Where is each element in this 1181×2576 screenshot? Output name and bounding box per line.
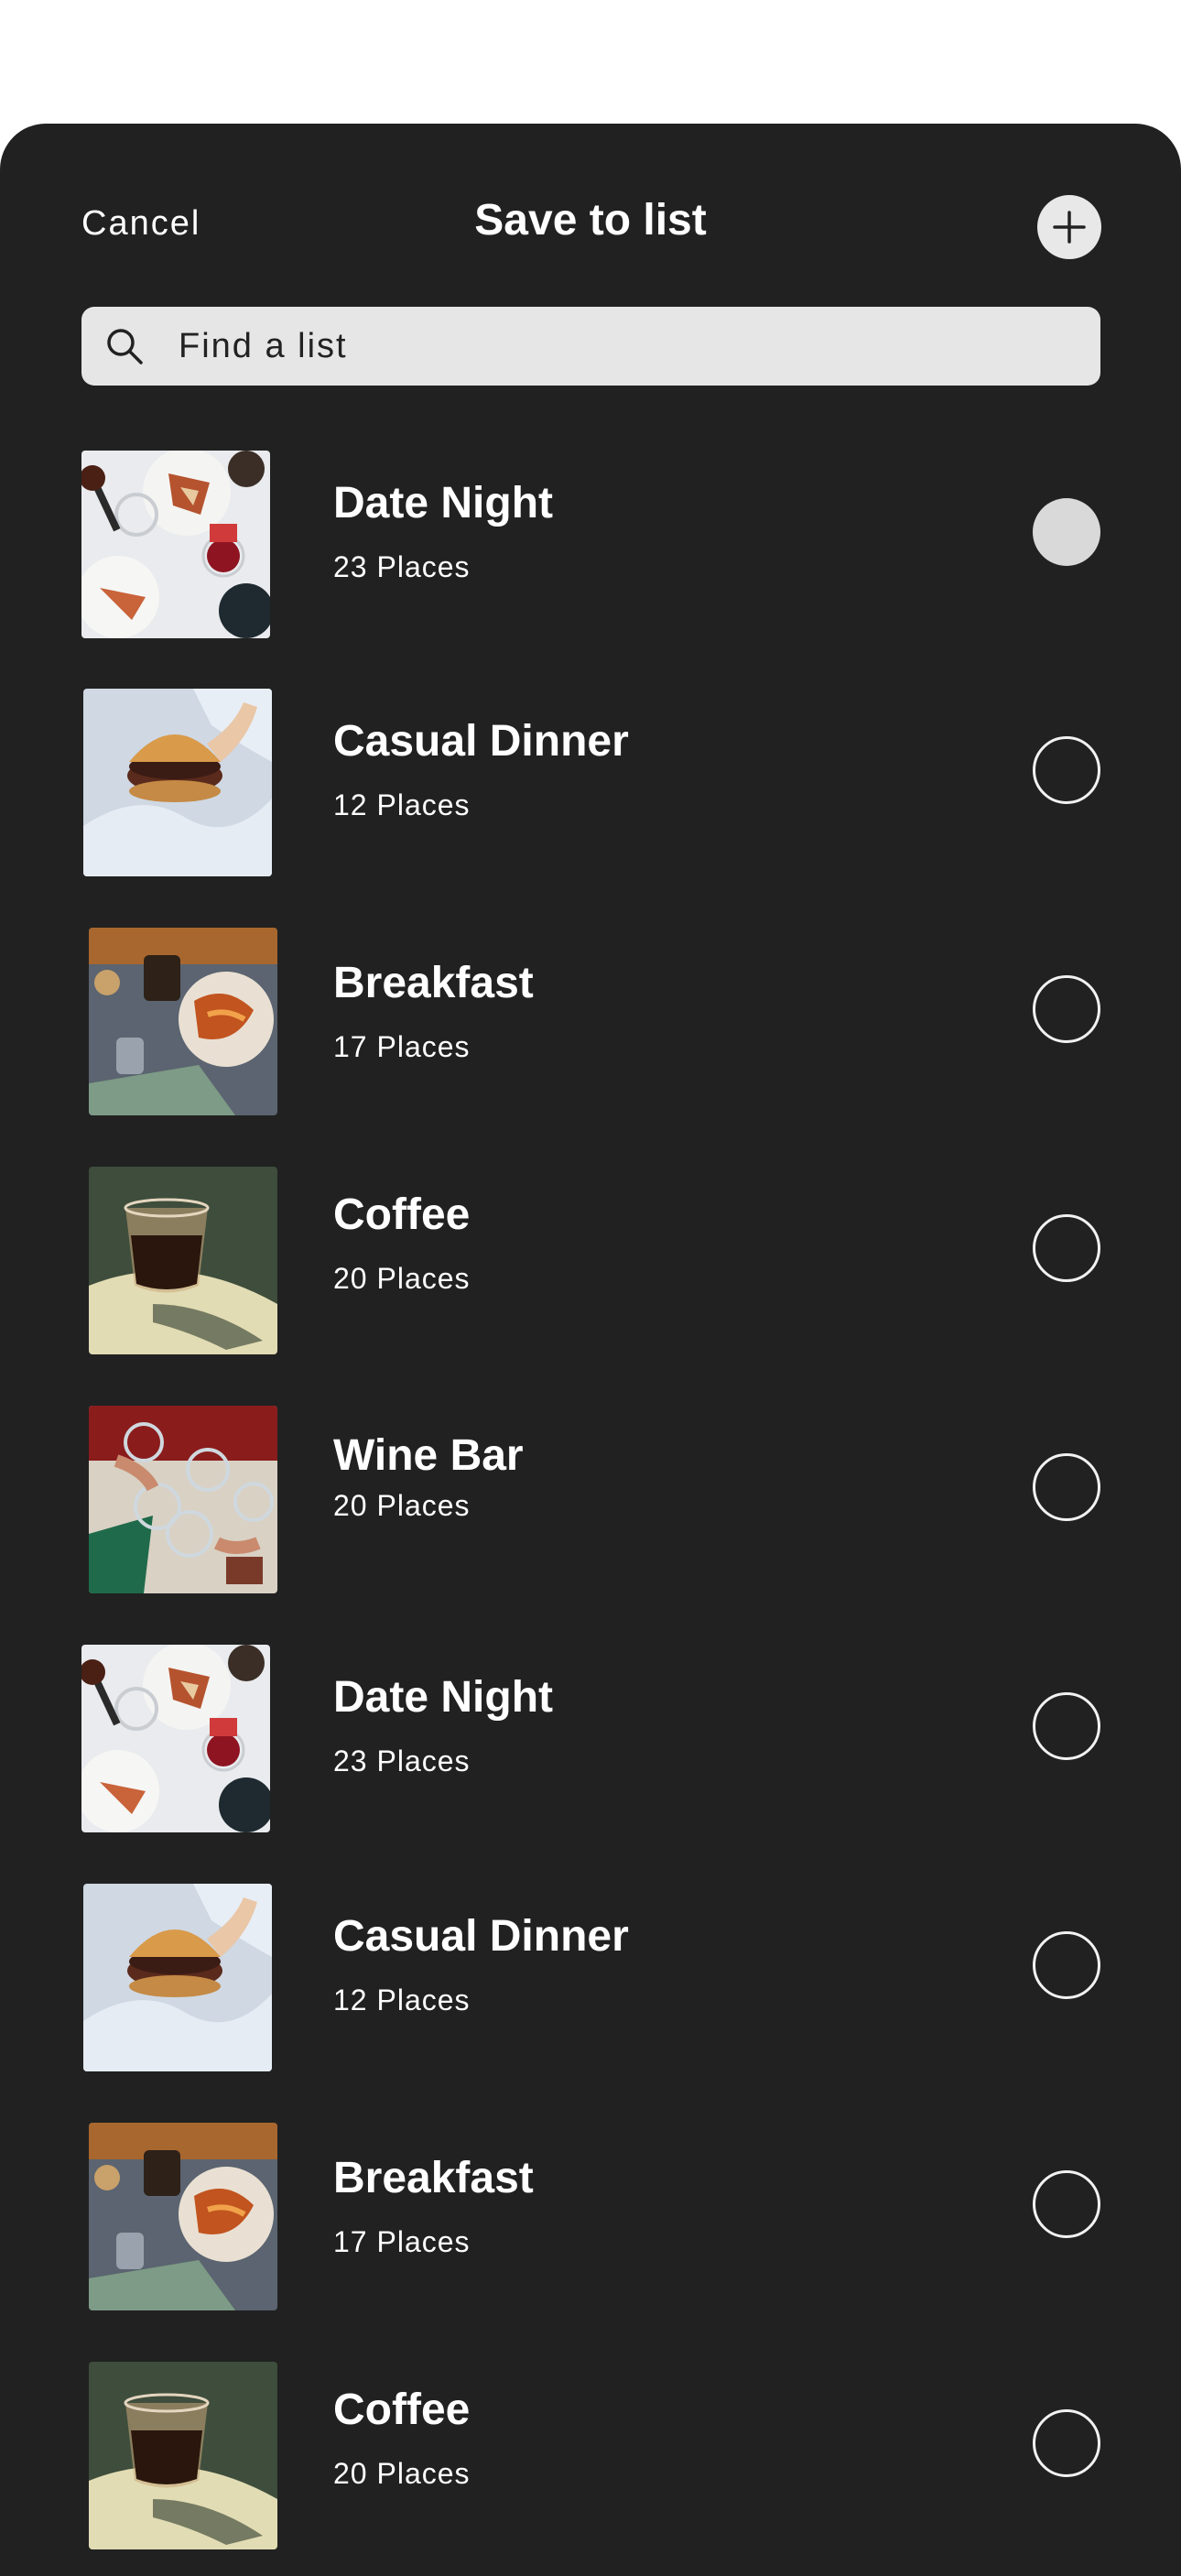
list-item[interactable]: Date Night 23 Places bbox=[0, 1638, 1181, 1832]
select-radio[interactable] bbox=[1033, 975, 1100, 1043]
select-radio[interactable] bbox=[1033, 1931, 1100, 1999]
list-count: 17 Places bbox=[333, 2225, 471, 2258]
list-count: 17 Places bbox=[333, 1030, 471, 1063]
list-count: 20 Places bbox=[333, 2457, 471, 2490]
list-name: Casual Dinner bbox=[333, 1912, 629, 1961]
list-count: 12 Places bbox=[333, 1984, 471, 2016]
list-name: Breakfast bbox=[333, 2154, 534, 2202]
list-name: Wine Bar bbox=[333, 1431, 524, 1480]
wine-toast-photo bbox=[89, 1406, 277, 1593]
list-item[interactable]: Date Night 23 Places bbox=[0, 444, 1181, 638]
list-name: Coffee bbox=[333, 1190, 471, 1239]
list-count: 23 Places bbox=[333, 1745, 471, 1777]
list-count: 23 Places bbox=[333, 550, 471, 583]
burger-photo bbox=[83, 1884, 272, 2071]
list-name: Breakfast bbox=[333, 959, 534, 1007]
list-name: Date Night bbox=[333, 1673, 553, 1722]
select-radio[interactable] bbox=[1033, 1453, 1100, 1521]
select-radio[interactable] bbox=[1033, 2170, 1100, 2238]
list-thumbnail bbox=[89, 2362, 277, 2549]
coffee-glass-photo bbox=[89, 2362, 277, 2549]
list-count: 20 Places bbox=[333, 1262, 471, 1295]
burger-photo bbox=[83, 689, 272, 876]
list-item[interactable]: Coffee 20 Places bbox=[0, 1160, 1181, 1354]
list-thumbnail bbox=[81, 1645, 270, 1832]
list-item[interactable]: Coffee 20 Places bbox=[0, 2355, 1181, 2549]
list-thumbnail bbox=[81, 451, 270, 638]
list-item[interactable]: Breakfast 17 Places bbox=[0, 2116, 1181, 2310]
date-night-table-photo bbox=[81, 1645, 270, 1832]
list-name: Coffee bbox=[333, 2386, 471, 2434]
breakfast-photo bbox=[89, 928, 277, 1115]
list-item[interactable]: Wine Bar 20 Places bbox=[0, 1399, 1181, 1593]
date-night-table-photo bbox=[81, 451, 270, 638]
list-thumbnail bbox=[89, 2123, 277, 2310]
select-radio[interactable] bbox=[1033, 2409, 1100, 2477]
select-radio[interactable] bbox=[1033, 736, 1100, 804]
list-item[interactable]: Casual Dinner 12 Places bbox=[0, 682, 1181, 876]
search-bar[interactable] bbox=[81, 307, 1100, 386]
add-list-button[interactable] bbox=[1037, 195, 1101, 259]
list-name: Date Night bbox=[333, 479, 553, 527]
list-name: Casual Dinner bbox=[333, 717, 629, 766]
search-input[interactable] bbox=[179, 307, 1085, 386]
search-icon bbox=[107, 329, 143, 364]
select-radio[interactable] bbox=[1033, 498, 1100, 566]
select-radio[interactable] bbox=[1033, 1692, 1100, 1760]
plus-icon bbox=[1053, 211, 1086, 244]
list-thumbnail bbox=[89, 1167, 277, 1354]
list-thumbnail bbox=[83, 1884, 272, 2071]
list-count: 20 Places bbox=[333, 1489, 471, 1522]
list-item[interactable]: Breakfast 17 Places bbox=[0, 921, 1181, 1115]
select-radio[interactable] bbox=[1033, 1214, 1100, 1282]
save-to-list-sheet: Cancel Save to list Date Night 23 Places… bbox=[0, 124, 1181, 2576]
list-thumbnail bbox=[89, 1406, 277, 1593]
list-thumbnail bbox=[83, 689, 272, 876]
sheet-title: Save to list bbox=[474, 196, 707, 245]
sheet-header: Cancel Save to list bbox=[0, 124, 1181, 307]
list-count: 12 Places bbox=[333, 788, 471, 821]
coffee-glass-photo bbox=[89, 1167, 277, 1354]
breakfast-photo bbox=[89, 2123, 277, 2310]
list-thumbnail bbox=[89, 928, 277, 1115]
list-item[interactable]: Casual Dinner 12 Places bbox=[0, 1877, 1181, 2071]
